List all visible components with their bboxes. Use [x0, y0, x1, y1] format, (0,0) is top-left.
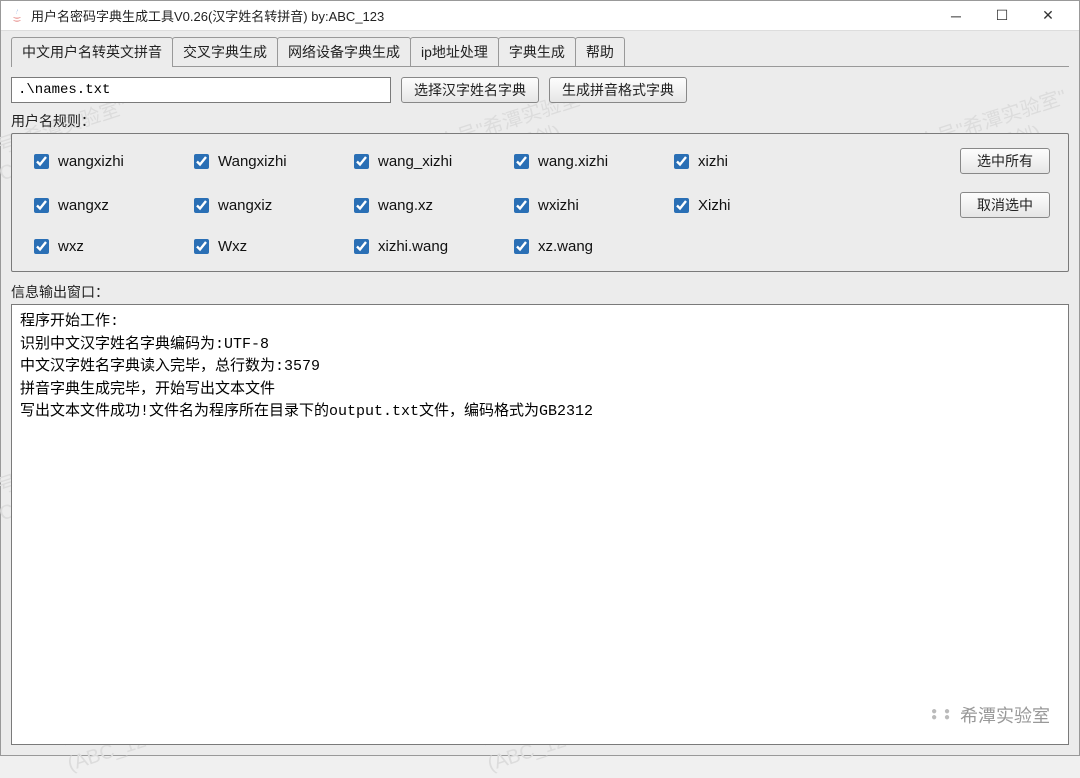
wechat-icon: ● ●● ● [931, 709, 952, 721]
maximize-button[interactable]: ☐ [979, 1, 1025, 31]
rule-checkbox[interactable] [194, 154, 209, 169]
rule-checkbox[interactable] [514, 198, 529, 213]
rule-check[interactable]: Xizhi [670, 195, 820, 216]
rules-grid: wangxizhi Wangxizhi wang_xizhi wang.xizh… [30, 148, 1050, 257]
rule-checkbox[interactable] [354, 198, 369, 213]
rule-check[interactable]: Wxz [190, 236, 340, 257]
content-area: 中文用户名转英文拼音 交叉字典生成 网络设备字典生成 ip地址处理 字典生成 帮… [1, 31, 1079, 755]
rule-checkbox[interactable] [34, 154, 49, 169]
tab-ip[interactable]: ip地址处理 [410, 37, 499, 66]
tab-help[interactable]: 帮助 [575, 37, 625, 66]
window-title: 用户名密码字典生成工具V0.26(汉字姓名转拼音) by:ABC_123 [31, 6, 933, 25]
window-controls: ─ ☐ ✕ [933, 1, 1071, 31]
rule-checkbox[interactable] [194, 239, 209, 254]
rule-checkbox[interactable] [354, 239, 369, 254]
tab-cross-dict[interactable]: 交叉字典生成 [172, 37, 278, 66]
rule-check[interactable]: Wangxizhi [190, 151, 340, 172]
rule-checkbox[interactable] [34, 239, 49, 254]
rule-checkbox[interactable] [514, 239, 529, 254]
toolbar-row: 选择汉字姓名字典 生成拼音格式字典 [11, 77, 1069, 103]
rule-check[interactable]: wxz [30, 236, 180, 257]
rule-check[interactable]: xizhi.wang [350, 236, 500, 257]
java-icon [9, 8, 25, 24]
choose-dict-button[interactable]: 选择汉字姓名字典 [401, 77, 539, 103]
rules-label: 用户名规则： [11, 111, 1069, 131]
branding-text: 希潭实验室 [960, 702, 1050, 728]
rule-check[interactable]: wangxizhi [30, 151, 180, 172]
rule-check[interactable]: wang.xizhi [510, 151, 660, 172]
select-all-button[interactable]: 选中所有 [960, 148, 1050, 174]
rule-checkbox[interactable] [34, 198, 49, 213]
generate-dict-button[interactable]: 生成拼音格式字典 [549, 77, 687, 103]
rules-box: wangxizhi Wangxizhi wang_xizhi wang.xizh… [11, 133, 1069, 272]
rule-check[interactable]: wxizhi [510, 195, 660, 216]
output-textarea[interactable]: 程序开始工作: 识别中文汉字姓名字典编码为:UTF-8 中文汉字姓名字典读入完毕… [11, 304, 1069, 745]
rule-check[interactable]: wang.xz [350, 195, 500, 216]
app-window: 用户名密码字典生成工具V0.26(汉字姓名转拼音) by:ABC_123 ─ ☐… [0, 0, 1080, 756]
output-label: 信息输出窗口： [11, 282, 1069, 302]
deselect-button[interactable]: 取消选中 [960, 192, 1050, 218]
minimize-button[interactable]: ─ [933, 1, 979, 31]
tab-bar: 中文用户名转英文拼音 交叉字典生成 网络设备字典生成 ip地址处理 字典生成 帮… [11, 37, 1069, 67]
rule-checkbox[interactable] [354, 154, 369, 169]
tab-pinyin[interactable]: 中文用户名转英文拼音 [11, 37, 173, 66]
rule-checkbox[interactable] [674, 198, 689, 213]
rule-checkbox[interactable] [514, 154, 529, 169]
rule-check[interactable]: xz.wang [510, 236, 660, 257]
close-button[interactable]: ✕ [1025, 1, 1071, 31]
rule-check[interactable]: wang_xizhi [350, 151, 500, 172]
rule-check[interactable]: wangxz [30, 195, 180, 216]
tab-dict-gen[interactable]: 字典生成 [498, 37, 576, 66]
rule-check[interactable]: xizhi [670, 151, 820, 172]
tab-network-dict[interactable]: 网络设备字典生成 [277, 37, 411, 66]
rule-checkbox[interactable] [194, 198, 209, 213]
rule-checkbox[interactable] [674, 154, 689, 169]
rule-check[interactable]: wangxiz [190, 195, 340, 216]
dict-path-input[interactable] [11, 77, 391, 103]
branding-footer: ● ●● ● 希潭实验室 [931, 702, 1050, 728]
titlebar: 用户名密码字典生成工具V0.26(汉字姓名转拼音) by:ABC_123 ─ ☐… [1, 1, 1079, 31]
